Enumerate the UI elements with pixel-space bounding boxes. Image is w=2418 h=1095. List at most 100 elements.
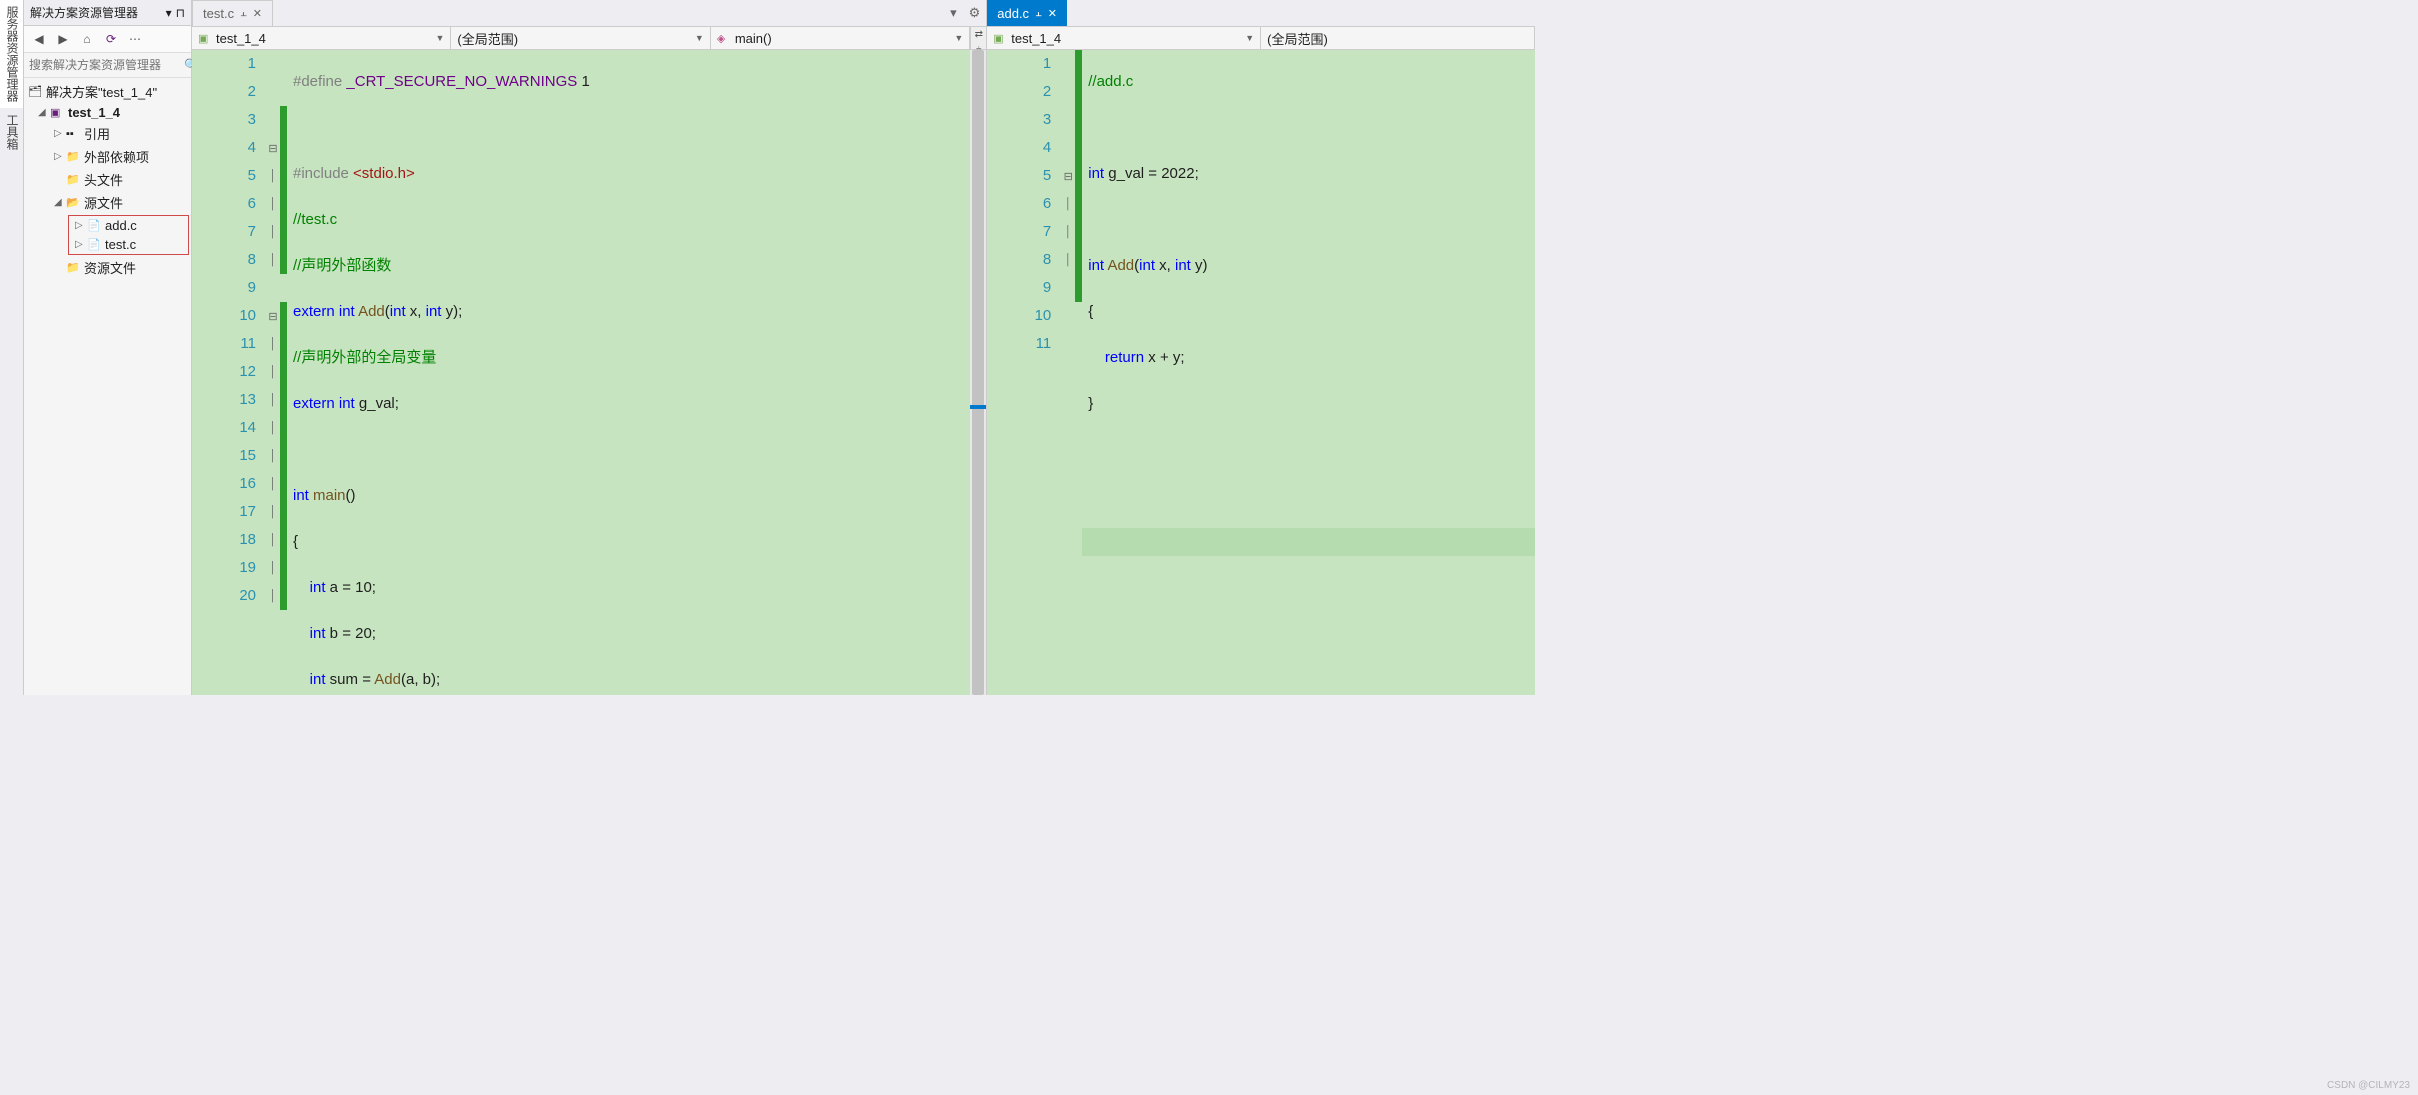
code-token: a = 10; [326,579,376,596]
code-token: Add [374,671,401,688]
explorer-search-row: 🔍 ▾ [24,53,191,78]
code-token: //test.c [293,211,337,228]
headers-node[interactable]: 📁头文件 [24,168,191,191]
solution-node[interactable]: 🗂解决方案"test_1_4" [24,80,191,103]
tab-overflow-icon[interactable]: ▾ [944,5,963,21]
left-tabbar: test.c ⫠ ✕ ▾ ⚙ [192,0,986,26]
home-icon[interactable]: ⌂ [78,30,96,48]
explorer-pin-icon[interactable]: ⊓ [176,6,185,20]
code-token: _CRT_SECURE_NO_WARNINGS [346,73,577,90]
project-node[interactable]: ◢▣test_1_4 [24,103,191,122]
more-icon[interactable]: ⋯ [126,30,144,48]
code-token: extern [293,303,335,320]
code-token: return [1105,349,1144,366]
code-token: int [1139,257,1155,274]
code-token: sum = [326,671,375,688]
right-code-pane[interactable]: //add.c int g_val = 2022; int Add(int x,… [1082,50,1535,695]
close-icon[interactable]: ✕ [1048,7,1057,20]
pin-icon[interactable]: ⫠ [1035,7,1042,20]
file-test-c-label: test.c [105,237,136,252]
code-token: <stdio.h> [353,165,415,182]
code-token: int [339,395,355,412]
code-token: int [310,625,326,642]
editor-region: test.c ⫠ ✕ ▾ ⚙ ▣test_1_4▼ (全局范围)▼ ◈main(… [192,0,1535,695]
code-token: Add [358,303,385,320]
code-token: #include [293,165,353,182]
nav-forward-icon[interactable]: ▶ [54,30,72,48]
nav-project-label: test_1_4 [216,31,266,46]
code-token: 1 [577,73,590,90]
explorer-search-input[interactable] [29,58,184,72]
explorer-title-text: 解决方案资源管理器 [30,4,138,21]
code-token: //add.c [1088,73,1133,90]
file-add-c[interactable]: ▷📄add.c [69,216,188,235]
split-swap-icon[interactable]: ⇄ [975,27,983,42]
code-token: { [293,533,298,550]
right-code-area[interactable]: 1234567891011 ⊟ │││ //add.c int g_val = … [987,50,1535,695]
tab-add-c[interactable]: add.c ⫠ ✕ [987,0,1067,26]
code-token: //声明外部函数 [293,257,391,274]
code-token: int [293,487,309,504]
left-editor-column: test.c ⫠ ✕ ▾ ⚙ ▣test_1_4▼ (全局范围)▼ ◈main(… [192,0,987,695]
code-token: g_val = 2022; [1104,165,1199,182]
vtab-toolbox[interactable]: 工具箱 [0,108,23,156]
tab-test-c-label: test.c [203,6,234,21]
code-token: int [310,579,326,596]
references-label: 引用 [84,124,110,143]
nav-scope-box[interactable]: (全局范围)▼ [451,27,710,49]
file-test-c[interactable]: ▷📄test.c [69,235,188,254]
file-add-c-label: add.c [105,218,137,233]
references-node[interactable]: ▷▪▪引用 [24,122,191,145]
left-line-gutter: 1234567891011121314151617181920 [192,50,266,695]
code-token: y) [1191,257,1208,274]
fold-toggle-icon[interactable]: ⊟ [1061,162,1075,190]
code-token: int [1088,165,1104,182]
explorer-toolbar: ◀ ▶ ⌂ ⟳ ⋯ [24,26,191,53]
fold-toggle-icon[interactable]: ⊟ [266,134,280,162]
left-nav-bar: ▣test_1_4▼ (全局范围)▼ ◈main()▼ ⇄ ÷ [192,26,986,50]
nav-scope-box[interactable]: (全局范围) [1261,27,1535,49]
left-scrollbar[interactable] [970,50,986,695]
code-token: int [339,303,355,320]
left-code-pane[interactable]: #define _CRT_SECURE_NO_WARNINGS 1 #inclu… [287,50,970,695]
right-change-bar [1075,50,1082,695]
pin-icon[interactable]: ⫠ [240,7,247,20]
tab-add-c-label: add.c [997,6,1029,21]
left-change-bar [280,50,287,695]
nav-func-box[interactable]: ◈main()▼ [711,27,970,49]
watermark-text: CSDN @CILMY23 [2327,1080,2410,1091]
solution-explorer-panel: 解决方案资源管理器 ▾ ⊓ ◀ ▶ ⌂ ⟳ ⋯ 🔍 ▾ 🗂解决方案"test_1… [24,0,192,695]
code-token: extern [293,395,335,412]
tab-gear-icon[interactable]: ⚙ [963,5,987,21]
right-editor-column: add.c ⫠ ✕ ▣test_1_4▼ (全局范围) 123456789101… [987,0,1535,695]
nav-project-box[interactable]: ▣test_1_4▼ [987,27,1261,49]
vtab-server-explorer[interactable]: 服务器资源管理器 [0,0,23,108]
sources-node[interactable]: ◢📂源文件 [24,191,191,214]
left-code-area[interactable]: 1234567891011121314151617181920 ⊟ ││││ ⊟… [192,50,986,695]
code-token: int [390,303,406,320]
nav-scope-label: (全局范围) [457,29,518,48]
code-token: main [313,487,346,504]
external-node[interactable]: ▷📁外部依赖项 [24,145,191,168]
nav-project-box[interactable]: ▣test_1_4▼ [192,27,451,49]
right-line-gutter: 1234567891011 [987,50,1061,695]
code-token: } [1088,395,1093,412]
right-tabbar: add.c ⫠ ✕ [987,0,1535,26]
code-token: x + y; [1144,349,1184,366]
code-token: //声明外部的全局变量 [293,349,436,366]
code-token: int [426,303,442,320]
tab-test-c[interactable]: test.c ⫠ ✕ [192,0,273,26]
nav-scope-label: (全局范围) [1267,29,1328,48]
code-token: Add [1107,257,1134,274]
fold-toggle-icon[interactable]: ⊟ [266,302,280,330]
close-icon[interactable]: ✕ [253,7,262,20]
explorer-dropdown-icon[interactable]: ▾ [166,6,172,20]
nav-back-icon[interactable]: ◀ [30,30,48,48]
sync-icon[interactable]: ⟳ [102,30,120,48]
highlighted-files-box: ▷📄add.c ▷📄test.c [68,215,189,255]
resources-node[interactable]: 📁资源文件 [24,256,191,279]
vertical-tab-strip: 服务器资源管理器 工具箱 [0,0,24,695]
nav-func-label: main() [735,31,772,46]
right-nav-bar: ▣test_1_4▼ (全局范围) [987,26,1535,50]
nav-project-label: test_1_4 [1011,31,1061,46]
